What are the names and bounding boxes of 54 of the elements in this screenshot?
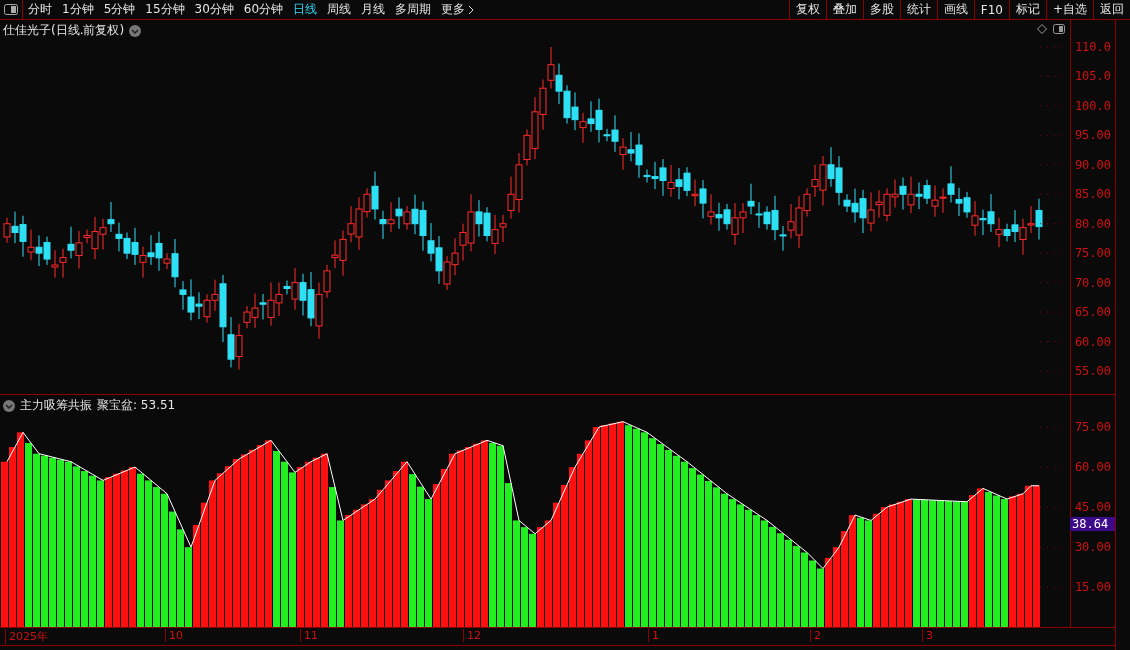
toolbar-button[interactable]: 标记 (1008, 0, 1046, 19)
axis-label: 70.00 (1074, 275, 1111, 290)
date-label: 2 (810, 629, 821, 642)
axis-label: 60.00 (1074, 460, 1111, 475)
axis-label: 105.0 (1074, 69, 1111, 84)
axis-label: 75.00 (1074, 246, 1111, 261)
period-tab[interactable]: 周线 (322, 0, 357, 19)
axis-label: 90.00 (1074, 157, 1111, 172)
toolbar-button[interactable]: +自选 (1045, 0, 1093, 19)
axis-label: 95.00 (1074, 128, 1111, 143)
toolbar-button[interactable]: 多股 (862, 0, 900, 19)
diamond-icon[interactable] (1037, 24, 1047, 34)
axis-label: 80.00 (1074, 216, 1111, 231)
period-tab[interactable]: 5分钟 (98, 0, 141, 19)
dropdown-icon[interactable] (3, 399, 15, 412)
axis-label: 30.00 (1074, 540, 1111, 555)
period-tab[interactable]: 更多 (436, 0, 480, 19)
price-tag: 38.64 (1070, 517, 1115, 532)
date-label: 3 (922, 629, 933, 642)
panel-toggle-icon[interactable] (4, 4, 18, 15)
toolbar-button[interactable]: 复权 (788, 0, 826, 19)
axis-label: 15.00 (1074, 580, 1111, 595)
axis-label: 45.00 (1074, 500, 1111, 515)
axis-label: 110.0 (1074, 40, 1111, 54)
axis-label: 60.00 (1074, 334, 1111, 349)
axis-label: 55.00 (1074, 363, 1111, 378)
period-tab[interactable]: 15分钟 (140, 0, 190, 19)
indicator-title: 主力吸筹共振 (20, 397, 92, 414)
chart-title: 仕佳光子(日线.前复权) (3, 22, 125, 39)
date-label: 12 (463, 629, 481, 642)
axis-label: 100.0 (1074, 98, 1111, 113)
date-label: 10 (165, 629, 183, 642)
toolbar-button[interactable]: 统计 (899, 0, 937, 19)
period-tab[interactable]: 日线 (288, 0, 323, 19)
toolbar-button[interactable]: 返回 (1093, 0, 1130, 19)
axis-label: 75.00 (1074, 420, 1111, 434)
period-tab[interactable]: 1分钟 (57, 0, 99, 19)
toolbar-button[interactable]: F10 (973, 0, 1009, 19)
date-label: 2025年 (5, 629, 48, 644)
dropdown-icon[interactable] (129, 24, 142, 37)
axis-label: 85.00 (1074, 187, 1111, 202)
axis-label: 65.00 (1074, 305, 1111, 320)
toolbar-button[interactable]: 叠加 (825, 0, 863, 19)
period-tab[interactable]: 多周期 (390, 0, 437, 19)
indicator-reading: 聚宝盆: 53.51 (97, 397, 176, 414)
toolbar-button[interactable]: 画线 (936, 0, 974, 19)
period-tab[interactable]: 60分钟 (238, 0, 289, 19)
chevron-right-icon (468, 4, 475, 15)
period-tab[interactable]: 30分钟 (189, 0, 239, 19)
date-label: 1 (648, 629, 659, 642)
date-label: 11 (300, 629, 318, 642)
period-tab[interactable]: 月线 (356, 0, 391, 19)
period-tab[interactable]: 分时 (23, 0, 57, 19)
panel-toggle-icon[interactable] (1053, 24, 1065, 34)
